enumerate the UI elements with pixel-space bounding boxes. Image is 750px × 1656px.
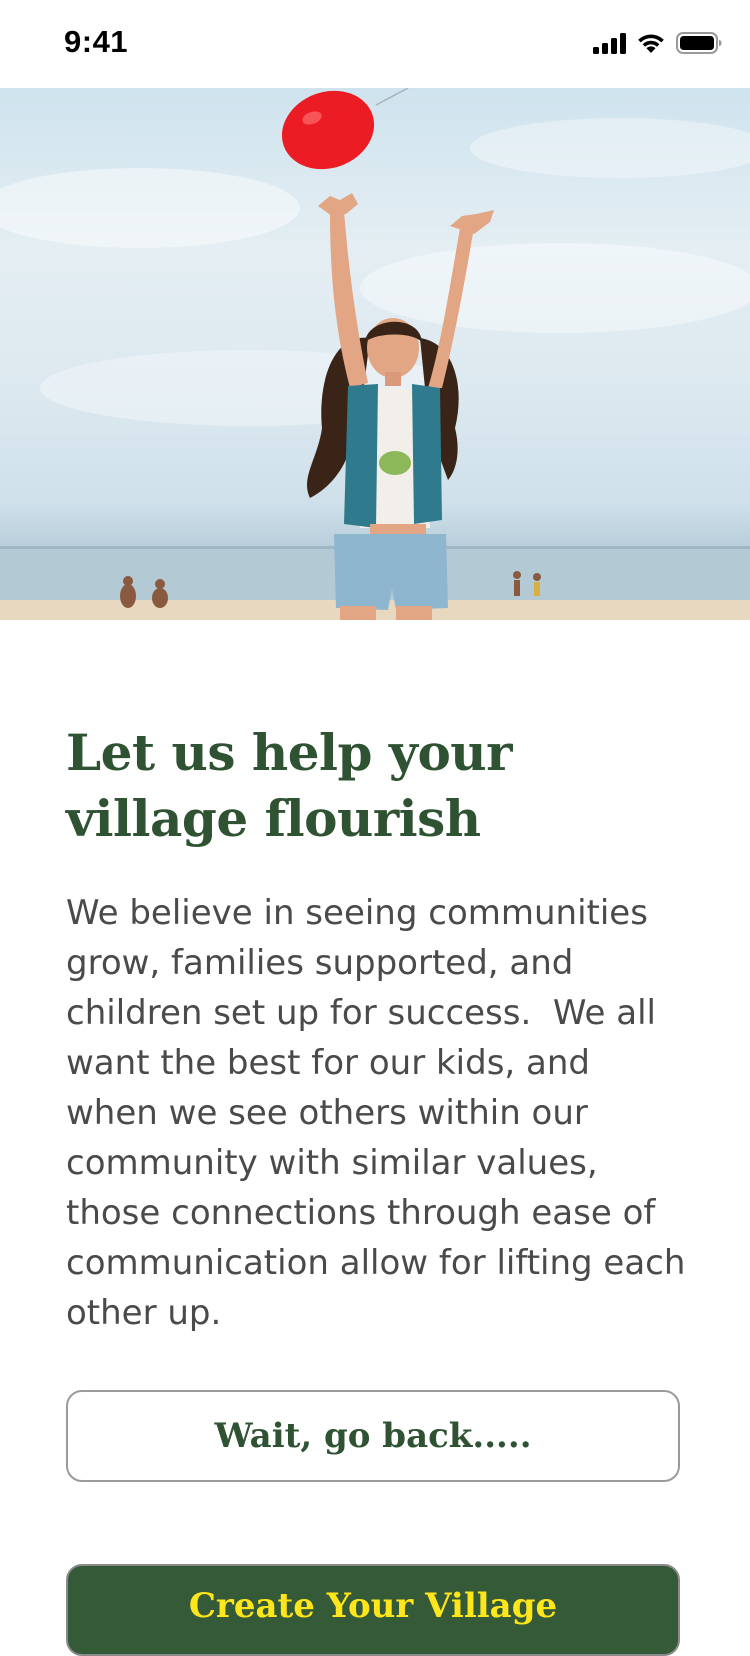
wifi-icon — [638, 34, 664, 53]
intro-paragraph: We believe in seeing communities grow, f… — [66, 893, 697, 1333]
create-village-button[interactable]: Create Your Village — [66, 1564, 680, 1656]
hero-image — [0, 88, 750, 620]
cellular-signal-icon — [593, 32, 626, 54]
battery-icon — [676, 32, 722, 54]
girl-balloon-illustration — [0, 88, 750, 620]
intro-section: Let us help your village flourish We bel… — [66, 720, 686, 1338]
go-back-button[interactable]: Wait, go back..... — [66, 1390, 680, 1482]
status-time: 9:41 — [64, 24, 129, 59]
page-title: Let us help your village flourish — [66, 723, 513, 848]
status-icons — [593, 32, 722, 54]
status-bar: 9:41 — [0, 0, 750, 88]
